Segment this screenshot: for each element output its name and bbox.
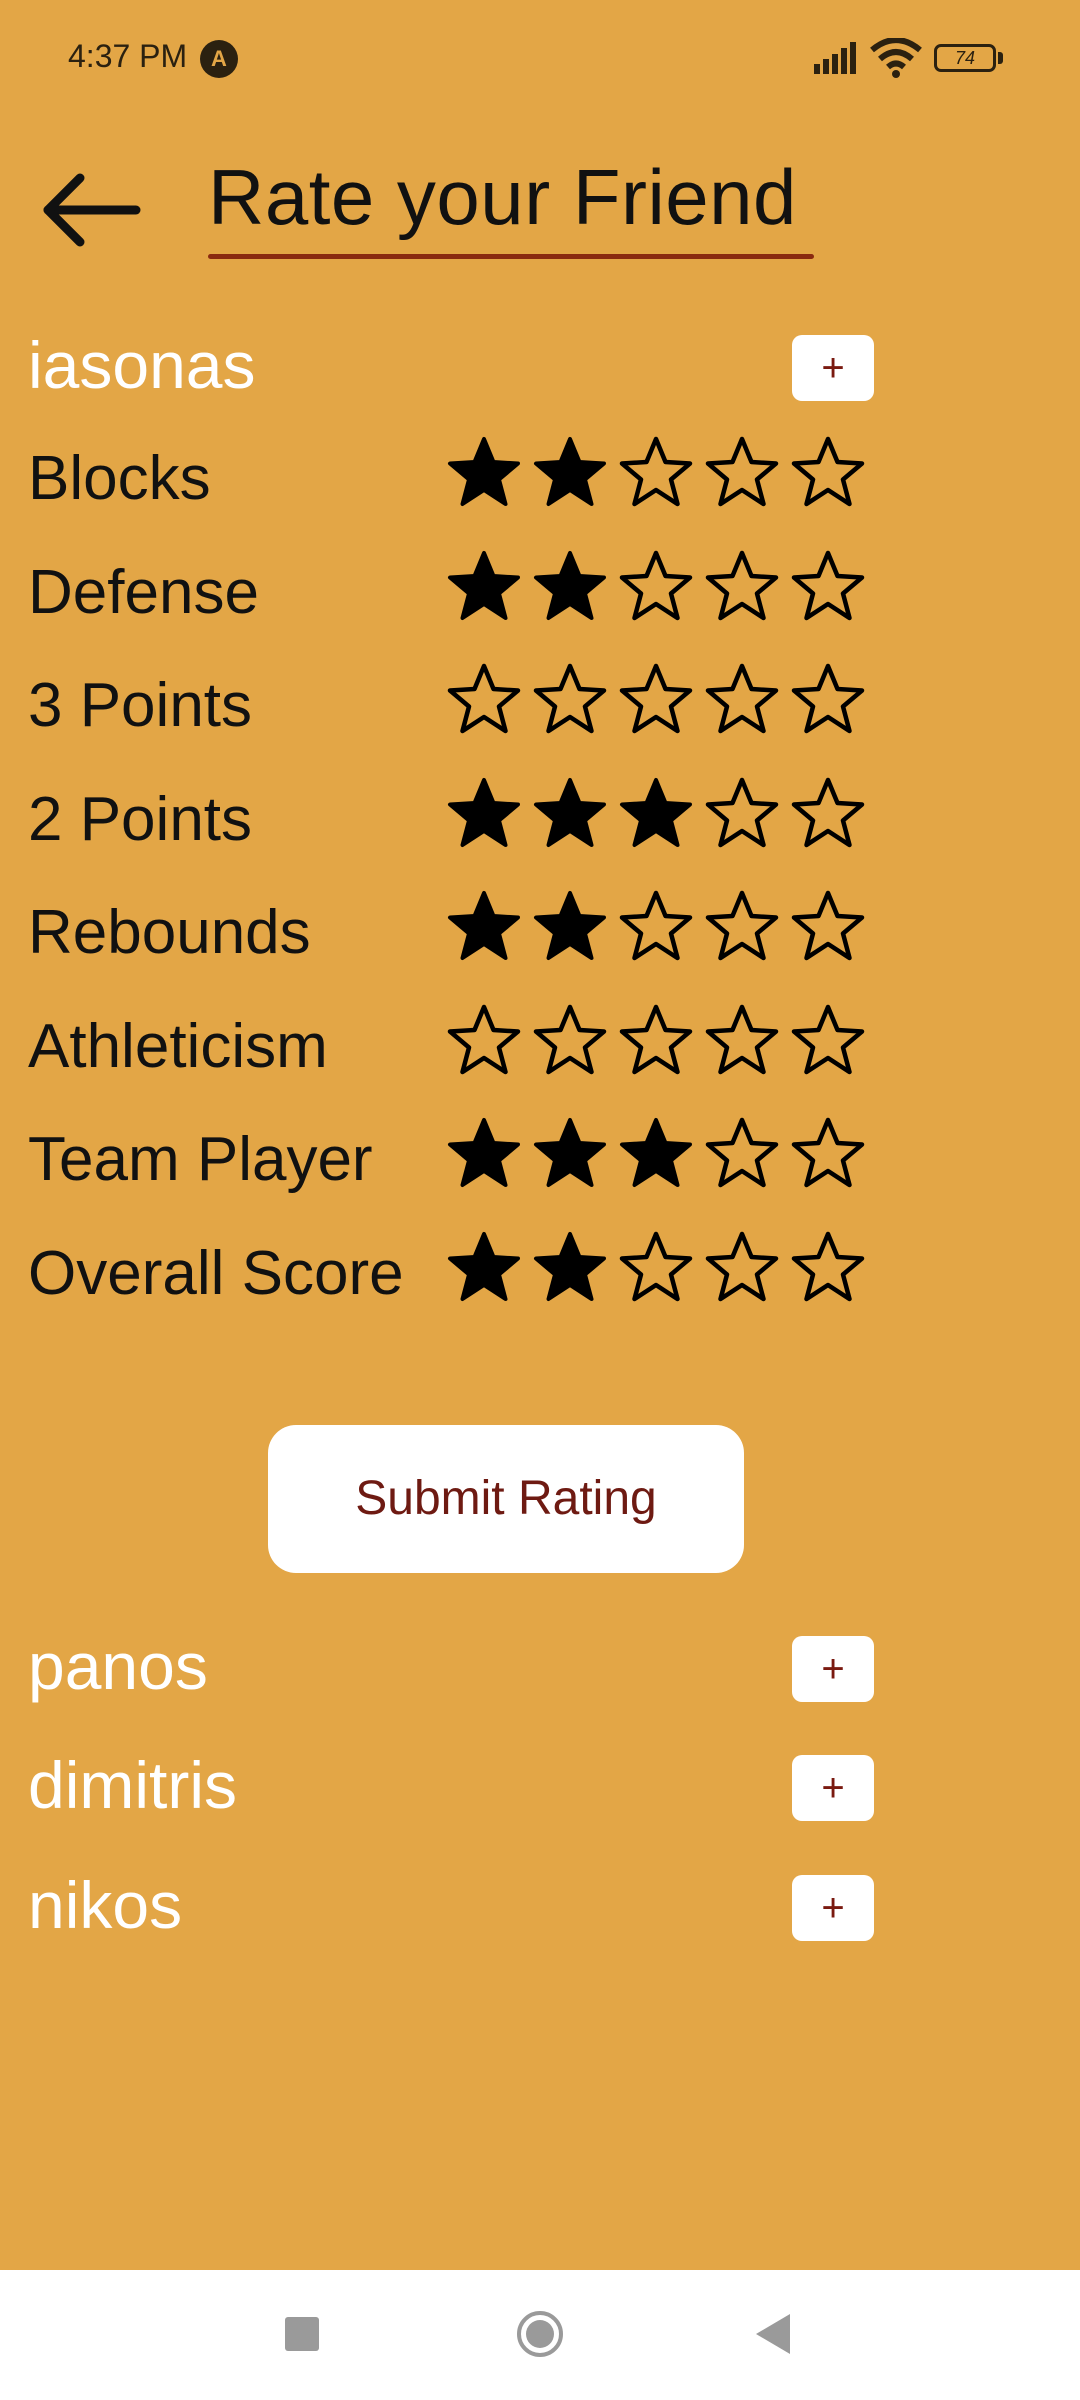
star-outline-icon[interactable] xyxy=(790,776,866,852)
rating-row: Rebounds xyxy=(0,879,900,979)
star-outline-icon[interactable] xyxy=(704,662,780,738)
battery-level: 74 xyxy=(954,48,976,68)
star-filled-icon[interactable] xyxy=(446,549,522,625)
star-outline-icon[interactable] xyxy=(704,889,780,965)
battery-icon: 74 xyxy=(934,44,996,72)
star-outline-icon[interactable] xyxy=(704,435,780,511)
expand-friend-button[interactable]: + xyxy=(792,1636,874,1702)
star-filled-icon[interactable] xyxy=(446,435,522,511)
star-filled-icon[interactable] xyxy=(618,776,694,852)
star-outline-icon[interactable] xyxy=(790,1003,866,1079)
home-button[interactable] xyxy=(516,2310,564,2358)
star-outline-icon[interactable] xyxy=(790,889,866,965)
star-filled-icon[interactable] xyxy=(532,889,608,965)
star-filled-icon[interactable] xyxy=(446,1230,522,1306)
rating-label: Blocks xyxy=(28,444,211,513)
friend-name: panos xyxy=(28,1629,208,1703)
star-outline-icon[interactable] xyxy=(618,662,694,738)
rating-label: Defense xyxy=(28,557,259,627)
friend-name: nikos xyxy=(28,1868,183,1942)
back-button[interactable] xyxy=(752,2312,792,2356)
star-outline-icon[interactable] xyxy=(446,662,522,738)
title-underline xyxy=(208,254,814,259)
star-outline-icon[interactable] xyxy=(618,549,694,625)
star-outline-icon[interactable] xyxy=(790,1116,866,1192)
star-filled-icon[interactable] xyxy=(446,1116,522,1192)
star-outline-icon[interactable] xyxy=(704,1116,780,1192)
back-arrow-icon[interactable] xyxy=(36,170,146,250)
app-notification-icon: A xyxy=(200,40,238,78)
submit-rating-button[interactable]: Submit Rating xyxy=(268,1425,744,1573)
header: Rate your Friend xyxy=(0,130,1080,270)
friend-row-panos: panos + xyxy=(0,1628,900,1708)
friend-name: dimitris xyxy=(28,1748,237,1822)
star-filled-icon[interactable] xyxy=(446,776,522,852)
star-filled-icon[interactable] xyxy=(532,776,608,852)
rating-row: 2 Points xyxy=(0,766,900,866)
star-outline-icon[interactable] xyxy=(532,662,608,738)
battery-tip xyxy=(998,52,1003,64)
star-outline-icon[interactable] xyxy=(790,1230,866,1306)
rating-label: Rebounds xyxy=(28,898,311,967)
star-filled-icon[interactable] xyxy=(532,549,608,625)
star-filled-icon[interactable] xyxy=(446,889,522,965)
rating-row: Blocks xyxy=(0,425,900,525)
star-filled-icon[interactable] xyxy=(532,435,608,511)
expand-friend-button[interactable]: + xyxy=(792,1755,874,1821)
friend-row-iasonas: iasonas + xyxy=(0,327,900,407)
status-time: 4:37 PM xyxy=(68,38,188,74)
system-nav-bar xyxy=(0,2270,1080,2400)
rating-label: 3 Points xyxy=(28,671,253,740)
star-outline-icon[interactable] xyxy=(704,1003,780,1079)
star-outline-icon[interactable] xyxy=(618,1003,694,1079)
expand-friend-button[interactable]: + xyxy=(792,335,874,401)
wifi-icon xyxy=(870,38,922,78)
status-bar: 4:37 PM A 74 xyxy=(0,0,1080,120)
star-filled-icon[interactable] xyxy=(618,1116,694,1192)
star-filled-icon[interactable] xyxy=(532,1116,608,1192)
star-outline-icon[interactable] xyxy=(618,889,694,965)
signal-icon xyxy=(814,42,856,74)
friend-name: iasonas xyxy=(28,328,256,402)
page-title: Rate your Friend xyxy=(208,153,797,241)
rating-label: 2 Points xyxy=(28,784,253,854)
rating-row: 3 Points xyxy=(0,652,900,752)
rating-row: Overall Score xyxy=(0,1220,900,1320)
recents-button[interactable] xyxy=(285,2317,319,2351)
star-outline-icon[interactable] xyxy=(790,662,866,738)
friend-row-nikos: nikos + xyxy=(0,1867,900,1947)
rating-row: Athleticism xyxy=(0,993,900,1093)
star-outline-icon[interactable] xyxy=(790,549,866,625)
rating-row: Team Player xyxy=(0,1106,900,1206)
star-outline-icon[interactable] xyxy=(532,1003,608,1079)
star-outline-icon[interactable] xyxy=(446,1003,522,1079)
rating-label: Overall Score xyxy=(28,1238,404,1308)
star-outline-icon[interactable] xyxy=(790,435,866,511)
star-outline-icon[interactable] xyxy=(704,776,780,852)
star-outline-icon[interactable] xyxy=(618,1230,694,1306)
friend-row-dimitris: dimitris + xyxy=(0,1747,900,1827)
rating-label: Athleticism xyxy=(28,1011,328,1081)
rating-row: Defense xyxy=(0,539,900,639)
expand-friend-button[interactable]: + xyxy=(792,1875,874,1941)
star-outline-icon[interactable] xyxy=(618,435,694,511)
star-filled-icon[interactable] xyxy=(532,1230,608,1306)
star-outline-icon[interactable] xyxy=(704,549,780,625)
star-outline-icon[interactable] xyxy=(704,1230,780,1306)
rating-label: Team Player xyxy=(28,1125,373,1194)
